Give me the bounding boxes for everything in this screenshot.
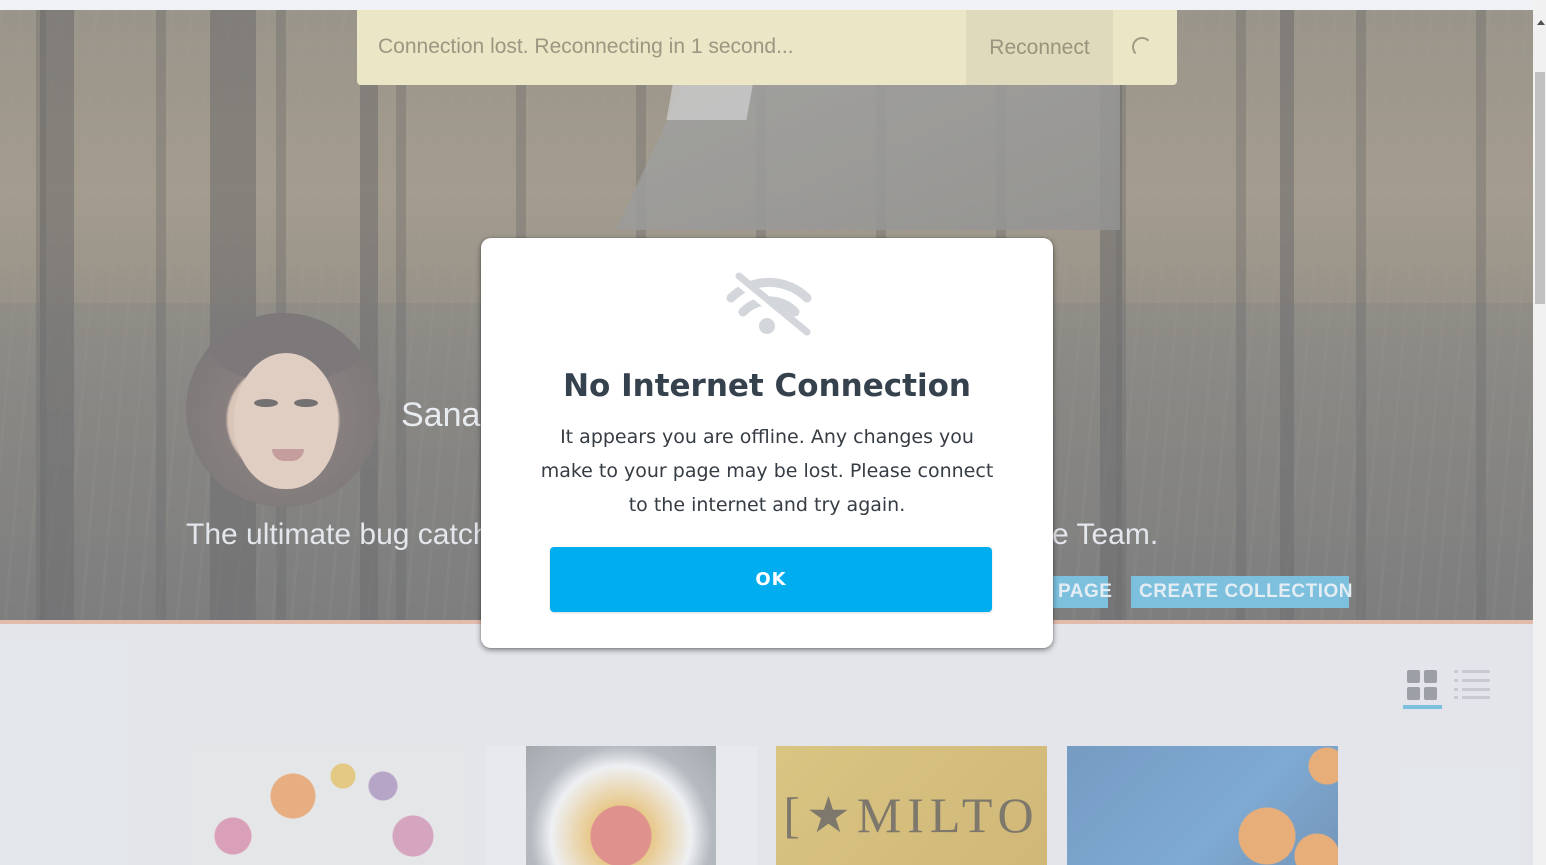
dialog-title: No Internet Connection <box>563 368 971 404</box>
dialog-message: It appears you are offline. Any changes … <box>540 426 994 516</box>
loading-spinner-icon <box>1132 37 1152 57</box>
reconnect-button[interactable]: Reconnect <box>966 10 1113 85</box>
wifi-off-icon <box>726 272 812 340</box>
scrollbar-thumb[interactable] <box>1535 72 1545 304</box>
no-connection-dialog: No Internet Connection It appears you ar… <box>481 238 1053 648</box>
connection-message: Connection lost. Reconnecting in 1 secon… <box>378 35 794 58</box>
ok-button[interactable]: OK <box>550 547 992 612</box>
connection-banner: Connection lost. Reconnecting in 1 secon… <box>357 10 1177 85</box>
scroll-up-arrow-icon[interactable] <box>1537 20 1545 25</box>
